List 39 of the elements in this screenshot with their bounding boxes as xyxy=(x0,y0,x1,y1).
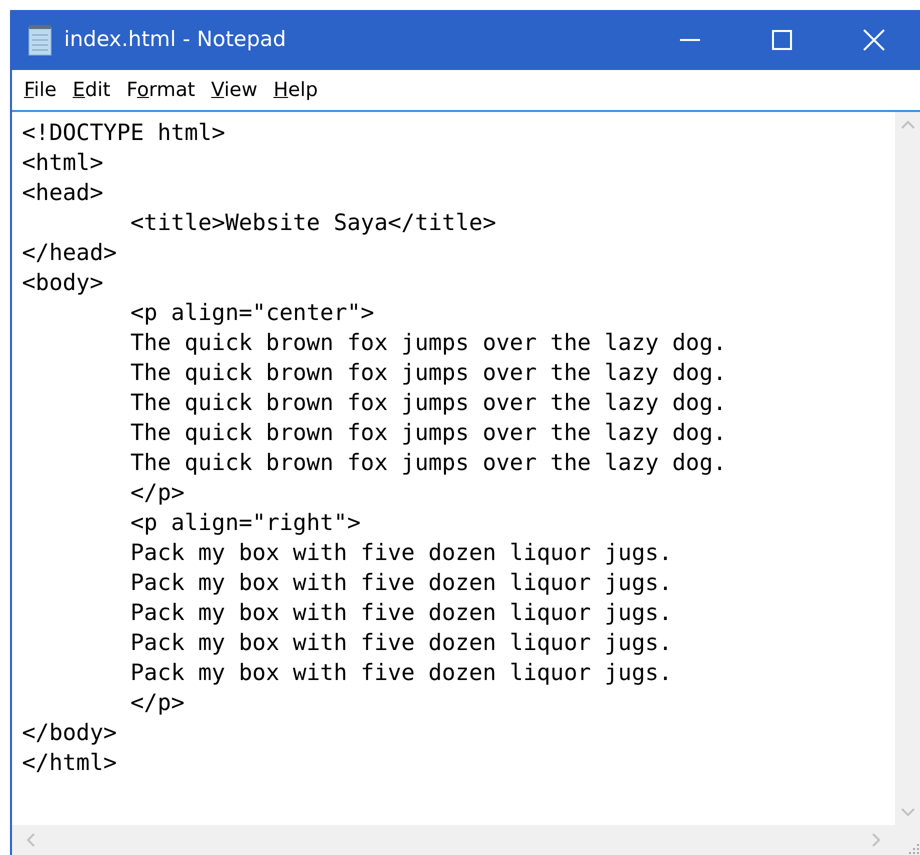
code-line: <!DOCTYPE html> xyxy=(22,119,226,148)
code-line: Pack my box with five dozen liquor jugs. xyxy=(129,569,672,598)
code-line: </head> xyxy=(22,239,117,268)
scroll-left-icon xyxy=(26,833,35,847)
menu-item[interactable]: Edit xyxy=(66,75,116,105)
code-line: Pack my box with five dozen liquor jugs. xyxy=(129,629,672,658)
code-line: Pack my box with five dozen liquor jugs. xyxy=(129,659,672,688)
scroll-up-icon xyxy=(900,120,914,129)
resize-grip-icon[interactable] xyxy=(908,843,920,855)
menu-item[interactable]: View xyxy=(205,75,264,105)
code-line: </body> xyxy=(22,719,117,748)
code-line: The quick brown fox jumps over the lazy dog. xyxy=(129,389,726,418)
maximize-icon xyxy=(772,30,792,50)
minimize-icon xyxy=(680,39,700,41)
scroll-down-icon xyxy=(900,808,914,817)
code-line: The quick brown fox jumps over the lazy dog. xyxy=(129,359,726,388)
code-line: <p align="center"> xyxy=(129,299,374,328)
code-line: <p align="right"> xyxy=(129,509,361,538)
code-line: The quick brown fox jumps over the lazy dog. xyxy=(129,329,726,358)
code-line: Pack my box with five dozen liquor jugs. xyxy=(129,599,672,628)
code-line: The quick brown fox jumps over the lazy dog. xyxy=(129,419,726,448)
vertical-scrollbar[interactable] xyxy=(895,112,920,825)
menu-item[interactable]: Format xyxy=(120,75,202,105)
code-line: Pack my box with five dozen liquor jugs. xyxy=(129,539,672,568)
code-line: <body> xyxy=(22,269,104,298)
code-line: <html> xyxy=(22,149,104,178)
code-line: <title>Website Saya</title> xyxy=(129,209,496,238)
scroll-right-icon xyxy=(872,833,881,847)
code-line: <head> xyxy=(22,179,104,208)
close-icon xyxy=(863,29,885,51)
code-line: </p> xyxy=(129,689,185,718)
horizontal-scrollbar[interactable] xyxy=(12,825,895,855)
code-line: The quick brown fox jumps over the lazy dog. xyxy=(129,449,726,478)
code-line: </p> xyxy=(129,479,185,508)
menu-item[interactable]: Help xyxy=(267,75,324,105)
notepad-icon xyxy=(26,24,54,56)
window-title: index.html - Notepad xyxy=(64,26,286,54)
menu-item[interactable]: File xyxy=(18,75,63,105)
code-line: </html> xyxy=(22,749,117,778)
